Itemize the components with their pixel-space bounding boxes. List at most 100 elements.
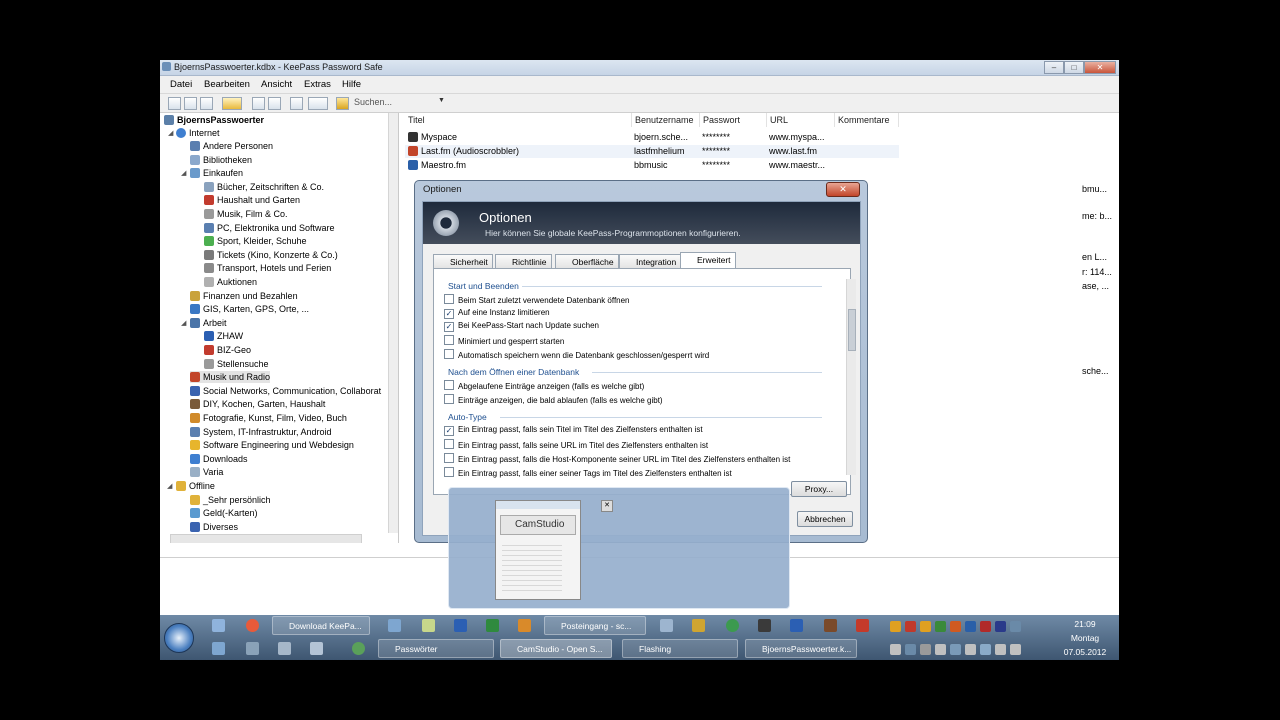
checkbox-unchecked[interactable] — [444, 294, 454, 304]
option-row[interactable]: Ein Eintrag passt, falls seine URL im Ti… — [444, 439, 708, 451]
minimize-icon[interactable]: – — [1044, 61, 1064, 74]
find-icon[interactable] — [290, 97, 303, 110]
tree-item[interactable]: Andere Personen — [190, 140, 273, 152]
checkbox-checked[interactable]: ✓ — [444, 322, 454, 332]
tray-icon[interactable] — [905, 621, 916, 632]
quicklaunch-icon[interactable] — [388, 619, 401, 632]
tab-sicherheit[interactable]: Sicherheit — [433, 254, 493, 269]
col-comments[interactable]: Kommentare — [835, 113, 899, 127]
checkbox-unchecked[interactable] — [444, 439, 454, 449]
tray-icon[interactable] — [920, 621, 931, 632]
add-entry-icon[interactable] — [222, 97, 242, 110]
proxy-button[interactable]: Proxy... — [791, 481, 847, 497]
quicklaunch-icon[interactable] — [246, 642, 259, 655]
close-icon[interactable]: ✕ — [1084, 61, 1116, 74]
taskbar-thumbnail[interactable]: CamStudio ✕ — [448, 487, 790, 609]
cancel-button[interactable]: Abbrechen — [797, 511, 853, 527]
quicklaunch-icon[interactable] — [824, 619, 837, 632]
tab-richtlinie[interactable]: Richtlinie — [495, 254, 552, 269]
tray-icon[interactable] — [995, 621, 1006, 632]
tray-icon[interactable] — [890, 644, 901, 655]
tab-oberflaeche[interactable]: Oberfläche — [555, 254, 619, 269]
quicklaunch-icon[interactable] — [212, 642, 225, 655]
maximize-icon[interactable]: □ — [1064, 61, 1084, 74]
excel-icon[interactable] — [486, 619, 499, 632]
col-title[interactable]: Titel — [405, 113, 632, 127]
collapse-icon[interactable]: ◢ — [181, 169, 186, 177]
scrollbar-thumb[interactable] — [848, 309, 856, 351]
tray-icon[interactable] — [935, 621, 946, 632]
tree-item[interactable]: ZHAW — [204, 330, 243, 342]
table-row[interactable]: Myspace bjoern.sche... ******** www.myspa..… — [405, 131, 899, 144]
tree-item[interactable]: System, IT-Infrastruktur, Android — [190, 426, 332, 438]
tree-item[interactable]: Musik und Radio — [190, 371, 271, 384]
tree-item[interactable]: Bibliotheken — [190, 154, 252, 166]
tray-icon[interactable] — [995, 644, 1006, 655]
new-db-icon[interactable] — [168, 97, 181, 110]
tree-item[interactable]: Einkaufen — [190, 167, 243, 179]
tree-item[interactable]: DIY, Kochen, Garten, Haushalt — [190, 398, 325, 410]
tray-icon[interactable] — [905, 644, 916, 655]
tray-icon[interactable] — [1010, 644, 1021, 655]
checkbox-unchecked[interactable] — [444, 467, 454, 477]
table-row[interactable]: Last.fm (Audioscrobbler) lastfmhelium ****… — [405, 145, 899, 158]
quicklaunch-icon[interactable] — [660, 619, 673, 632]
tree-item[interactable]: _Sehr persönlich — [190, 494, 271, 506]
option-row[interactable]: Minimiert und gesperrt starten — [444, 335, 564, 347]
tree-item[interactable]: Auktionen — [204, 276, 257, 288]
tree-item[interactable]: Finanzen und Bezahlen — [190, 290, 298, 302]
dialog-close-icon[interactable]: ✕ — [826, 182, 860, 197]
options-scrollbar[interactable] — [846, 279, 856, 475]
quicklaunch-icon[interactable] — [352, 642, 365, 655]
quicklaunch-icon[interactable] — [758, 619, 771, 632]
menu-extras[interactable]: Extras — [304, 79, 331, 90]
option-row[interactable]: Ein Eintrag passt, falls einer seiner Ta… — [444, 467, 732, 479]
col-password[interactable]: Passwort — [700, 113, 767, 127]
chrome-icon[interactable] — [246, 619, 259, 632]
tree-item[interactable]: Bücher, Zeitschriften & Co. — [204, 181, 324, 193]
menu-bearbeiten[interactable]: Bearbeiten — [204, 79, 250, 90]
quicklaunch-icon[interactable] — [278, 642, 291, 655]
quicklaunch-icon[interactable] — [856, 619, 869, 632]
menu-hilfe[interactable]: Hilfe — [342, 79, 361, 90]
task-passwoerter[interactable]: Passwörter — [378, 639, 494, 658]
word-icon[interactable] — [454, 619, 467, 632]
tree-item[interactable]: Geld(-Karten) — [190, 507, 258, 519]
option-row[interactable]: Einträge anzeigen, die bald ablaufen (fa… — [444, 394, 663, 406]
option-row[interactable]: ✓ Bei KeePass-Start nach Update suchen — [444, 321, 599, 332]
tree-item[interactable]: PC, Elektronika und Software — [204, 222, 335, 234]
quicklaunch-icon[interactable] — [212, 619, 225, 632]
start-button-icon[interactable] — [164, 623, 194, 653]
menu-datei[interactable]: Datei — [170, 79, 192, 90]
tree-hscrollbar[interactable] — [170, 534, 362, 543]
task-flashing[interactable]: Flashing — [622, 639, 738, 658]
quicklaunch-icon[interactable] — [726, 619, 739, 632]
tree-item[interactable]: Downloads — [190, 453, 248, 465]
quicklaunch-icon[interactable] — [692, 619, 705, 632]
col-url[interactable]: URL — [767, 113, 835, 127]
tree-item[interactable]: Tickets (Kino, Konzerte & Co.) — [204, 249, 338, 261]
tree-item[interactable]: Transport, Hotels und Ferien — [204, 262, 331, 274]
search-input[interactable]: Suchen... — [354, 96, 444, 109]
tree-item[interactable]: Social Networks, Communication, Collabor… — [190, 385, 381, 397]
tray-icon[interactable] — [890, 621, 901, 632]
tree-item[interactable]: Fotografie, Kunst, Film, Video, Buch — [190, 412, 347, 424]
checkbox-checked[interactable]: ✓ — [444, 426, 454, 436]
option-row[interactable]: Beim Start zuletzt verwendete Datenbank … — [444, 294, 630, 306]
powerpoint-icon[interactable] — [518, 619, 531, 632]
save-db-icon[interactable] — [200, 97, 213, 110]
menu-ansicht[interactable]: Ansicht — [261, 79, 292, 90]
tray-icon[interactable] — [950, 621, 961, 632]
tray-icon[interactable] — [965, 621, 976, 632]
tree-item[interactable]: Diverses — [190, 521, 238, 533]
tray-icon[interactable] — [980, 621, 991, 632]
lock-icon[interactable] — [336, 97, 349, 110]
option-row[interactable]: ✓ Ein Eintrag passt, falls sein Titel im … — [444, 425, 703, 436]
thumbnail-close-icon[interactable]: ✕ — [601, 500, 613, 512]
checkbox-unchecked[interactable] — [444, 349, 454, 359]
checkbox-unchecked[interactable] — [444, 394, 454, 404]
checkbox-unchecked[interactable] — [444, 335, 454, 345]
tree-item[interactable]: Musik, Film & Co. — [204, 208, 288, 220]
search-dropdown-icon[interactable]: ▼ — [438, 97, 445, 104]
tray-icon[interactable] — [950, 644, 961, 655]
